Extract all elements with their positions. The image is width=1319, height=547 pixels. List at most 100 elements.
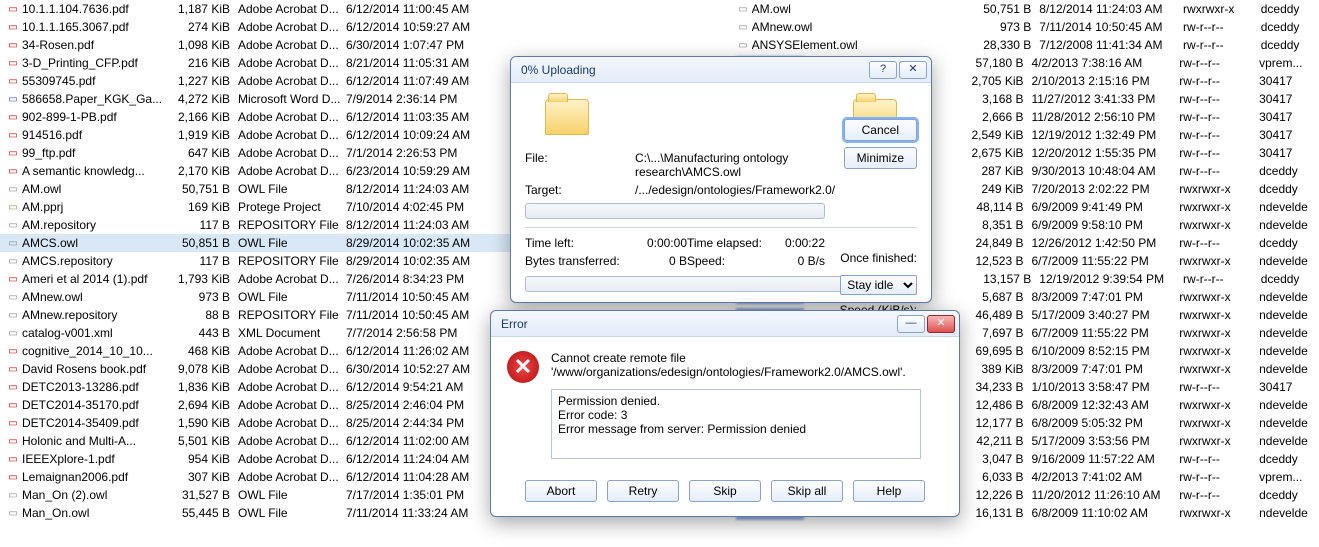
error-titlebar[interactable]: Error — ✕: [491, 311, 959, 337]
file-owner: ndevelde: [1259, 398, 1319, 412]
retry-button[interactable]: Retry: [607, 480, 679, 502]
file-type: OWL File: [238, 236, 346, 250]
file-size: 1,919 KiB: [176, 128, 238, 142]
file-name: Holonic and Multi-A...: [22, 434, 176, 448]
file-size: 1,836 KiB: [176, 380, 238, 394]
file-size: 2,166 KiB: [176, 110, 238, 124]
file-date: 5/17/2009 3:40:27 PM: [1032, 308, 1180, 322]
file-type: Adobe Acrobat D...: [238, 398, 346, 412]
remote-file-row[interactable]: ANSYSElement.owl28,330 B7/12/2008 11:41:…: [730, 36, 1319, 54]
file-date: 5/17/2009 3:53:56 PM: [1032, 434, 1180, 448]
file-type-icon: [6, 506, 20, 520]
elapsed-label: Time elapsed:: [687, 236, 767, 250]
file-permissions: rwxrwxr-x: [1179, 308, 1259, 322]
once-finished-select[interactable]: Stay idle: [840, 275, 917, 295]
file-date: 6/8/2009 12:32:43 AM: [1032, 398, 1180, 412]
error-details[interactable]: [551, 389, 921, 459]
file-row[interactable]: 34-Rosen.pdf1,098 KiBAdobe Acrobat D...6…: [0, 36, 700, 54]
file-name: DETC2014-35170.pdf: [22, 398, 176, 412]
file-name: AMnew.owl: [22, 290, 176, 304]
skip-all-button[interactable]: Skip all: [771, 480, 843, 502]
file-name: Lemaignan2006.pdf: [22, 470, 176, 484]
file-size: 31,527 B: [176, 488, 238, 502]
upload-titlebar[interactable]: 0% Uploading ? ✕: [511, 57, 931, 83]
file-date: 7/1/2014 2:26:53 PM: [346, 146, 506, 160]
minimize-button[interactable]: Minimize: [844, 147, 917, 169]
file-owner: vprem...: [1259, 470, 1319, 484]
file-row[interactable]: 10.1.1.165.3067.pdf274 KiBAdobe Acrobat …: [0, 18, 700, 36]
file-type-icon: [6, 182, 20, 196]
file-progress: [525, 203, 825, 219]
file-date: 6/12/2014 11:07:49 AM: [346, 74, 506, 88]
file-date: 6/12/2014 11:03:35 AM: [346, 110, 506, 124]
file-name: 10.1.1.104.7636.pdf: [22, 2, 176, 16]
close-icon[interactable]: ✕: [899, 61, 927, 79]
file-size: 7,697 B: [968, 326, 1032, 340]
file-name: 99_ftp.pdf: [22, 146, 176, 160]
file-date: 6/30/2014 10:52:27 AM: [346, 362, 506, 376]
file-type: Adobe Acrobat D...: [238, 20, 346, 34]
error-message-line1: Cannot create remote file: [551, 351, 921, 365]
file-owner: 30417: [1259, 92, 1319, 106]
file-size: 34,233 B: [968, 380, 1032, 394]
file-type-icon: [6, 200, 20, 214]
file-type-icon: [6, 308, 20, 322]
file-size: 1,793 KiB: [176, 272, 238, 286]
cancel-button[interactable]: Cancel: [844, 119, 917, 141]
file-type: Adobe Acrobat D...: [238, 380, 346, 394]
file-date: 7/11/2014 11:33:24 AM: [346, 506, 506, 520]
file-size: 12,486 B: [968, 398, 1032, 412]
file-date: 6/30/2014 1:07:47 PM: [346, 38, 506, 52]
minimize-icon[interactable]: —: [897, 315, 925, 333]
target-value: /.../edesign/ontologies/Framework2.0/: [635, 183, 835, 197]
file-date: 6/8/2009 11:10:02 AM: [1032, 506, 1180, 520]
file-date: 8/25/2014 2:46:04 PM: [346, 398, 506, 412]
help-button[interactable]: Help: [853, 480, 925, 502]
file-size: 117 B: [176, 254, 238, 268]
file-owner: ndevelde: [1259, 290, 1319, 304]
file-owner: 30417: [1259, 146, 1319, 160]
file-name: 10.1.1.165.3067.pdf: [22, 20, 176, 34]
file-date: 8/29/2014 10:02:35 AM: [346, 236, 506, 250]
file-date: 7/12/2008 11:41:34 AM: [1039, 38, 1183, 52]
skip-button[interactable]: Skip: [689, 480, 761, 502]
file-permissions: rwxrwxr-x: [1179, 344, 1259, 358]
abort-button[interactable]: Abort: [525, 480, 597, 502]
file-owner: vprem...: [1259, 56, 1319, 70]
file-name: AMCS.owl: [22, 236, 176, 250]
file-date: 8/12/2014 11:24:03 AM: [346, 182, 506, 196]
timeleft-value: 0:00:00: [629, 236, 687, 250]
file-type-icon: [736, 2, 750, 16]
source-folder-icon: [545, 99, 589, 135]
help-icon[interactable]: ?: [869, 61, 897, 79]
file-date: 6/12/2014 10:09:24 AM: [346, 128, 506, 142]
file-size: 69,695 B: [968, 344, 1032, 358]
file-owner: ndevelde: [1259, 308, 1319, 322]
close-icon[interactable]: ✕: [927, 315, 955, 333]
file-size: 274 KiB: [176, 20, 238, 34]
file-type: REPOSITORY File: [238, 254, 346, 268]
file-row[interactable]: 10.1.1.104.7636.pdf1,187 KiBAdobe Acroba…: [0, 0, 700, 18]
file-type: Adobe Acrobat D...: [238, 110, 346, 124]
file-permissions: rwxrwxr-x: [1179, 254, 1259, 268]
file-date: 7/7/2014 2:56:58 PM: [346, 326, 506, 340]
file-date: 7/10/2014 4:02:45 PM: [346, 200, 506, 214]
file-name: AM.repository: [22, 218, 176, 232]
remote-file-row[interactable]: AM.owl50,751 B8/12/2014 11:24:03 AMrwxrw…: [730, 0, 1319, 18]
file-date: 6/7/2009 11:55:22 PM: [1032, 326, 1180, 340]
file-permissions: rwxrwxr-x: [1179, 506, 1259, 520]
file-date: 8/12/2014 11:24:03 AM: [1039, 2, 1183, 16]
file-size: 647 KiB: [176, 146, 238, 160]
file-type-icon: [6, 92, 20, 106]
file-date: 6/23/2014 10:59:29 AM: [346, 164, 506, 178]
file-name: Man_On (2).owl: [22, 488, 176, 502]
file-size: 8,351 B: [968, 218, 1032, 232]
file-permissions: rwxrwxr-x: [1179, 362, 1259, 376]
file-date: 6/12/2014 11:24:04 AM: [346, 452, 506, 466]
file-date: 6/12/2014 10:59:27 AM: [346, 20, 506, 34]
file-type: Adobe Acrobat D...: [238, 416, 346, 430]
file-size: 2,705 KiB: [968, 74, 1032, 88]
remote-file-row[interactable]: AMnew.owl973 B7/11/2014 10:50:45 AMrw-r-…: [730, 18, 1319, 36]
file-type-icon: [6, 362, 20, 376]
file-permissions: rw-r--r--: [1179, 452, 1259, 466]
